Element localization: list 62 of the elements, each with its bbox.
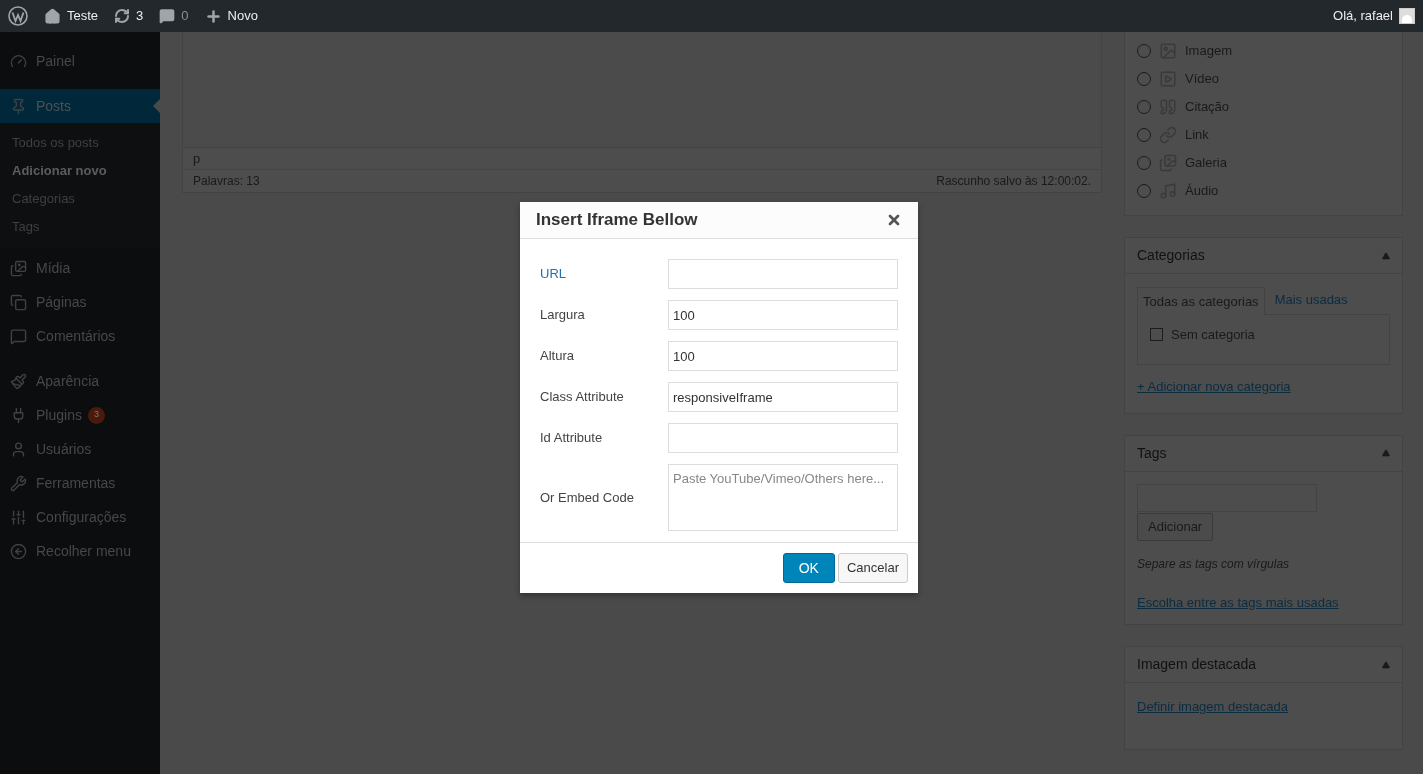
- sidebar-item[interactable]: Usuários: [0, 432, 160, 466]
- sidebar-item[interactable]: Plugins 3: [0, 398, 160, 432]
- paintbrush-icon: [10, 372, 27, 390]
- panel-title: Imagem destacada: [1137, 655, 1257, 674]
- current-arrow-icon: [153, 99, 160, 113]
- embed-code-field[interactable]: Paste YouTube/Vimeo/Others here...: [668, 464, 898, 531]
- input-field[interactable]: 100: [668, 300, 898, 330]
- sidebar-item[interactable]: Painel: [0, 44, 160, 78]
- field-label: Id Attribute: [540, 429, 604, 448]
- sidebar-item[interactable]: Configurações: [0, 500, 160, 534]
- speech-bubble-icon: [10, 327, 27, 345]
- updates-link[interactable]: 3: [114, 6, 144, 26]
- site-link[interactable]: Teste: [44, 6, 99, 26]
- new-link[interactable]: Novo: [204, 6, 258, 26]
- set-featured-image-link[interactable]: Definir imagem destacada: [1137, 695, 1390, 737]
- field-label: Or Embed Code: [540, 488, 635, 507]
- sidebar-item[interactable]: Páginas: [0, 285, 160, 319]
- pin-icon: [10, 97, 27, 115]
- collapse-arrow-icon[interactable]: [1382, 449, 1390, 457]
- plus-icon: [204, 7, 222, 25]
- wrench-icon: [10, 474, 27, 492]
- sidebar-item[interactable]: Mídia: [0, 251, 160, 285]
- speech-bubble-icon: [159, 8, 176, 24]
- close-icon[interactable]: [886, 212, 902, 228]
- sliders-icon: [10, 508, 27, 526]
- sidebar-item[interactable]: Posts: [0, 89, 160, 123]
- sidebar-item[interactable]: Comentários: [0, 319, 160, 353]
- wordpress-logo-icon[interactable]: [8, 6, 28, 26]
- add-category-link[interactable]: + Adicionar nova categoria: [1137, 377, 1390, 397]
- house-icon: [44, 7, 61, 25]
- checkbox[interactable]: [1150, 328, 1163, 342]
- dialog-title: Insert Iframe Bellow: [536, 209, 698, 232]
- collapse-arrow-icon[interactable]: [1382, 251, 1390, 260]
- sidebar-item[interactable]: Aparência: [0, 364, 160, 398]
- input-field[interactable]: [668, 259, 898, 289]
- ok-button[interactable]: OK: [782, 553, 835, 583]
- gauge-icon: [10, 52, 27, 70]
- sidebar-item[interactable]: Ferramentas: [0, 466, 160, 500]
- user-icon: [10, 440, 27, 458]
- field-label: URL: [540, 265, 567, 284]
- most-used-tags-link[interactable]: Escolha entre as tags mais usadas: [1137, 592, 1390, 612]
- cancel-button[interactable]: Cancelar: [837, 553, 908, 583]
- input-field[interactable]: responsiveIframe: [668, 382, 898, 412]
- collapse-arrow-icon[interactable]: [1382, 660, 1390, 669]
- category-tab[interactable]: Mais usadas: [1264, 286, 1358, 314]
- input-field[interactable]: 100: [668, 341, 898, 371]
- media-icon: [10, 259, 27, 277]
- account-link[interactable]: Olá, rafael: [1333, 6, 1415, 26]
- field-label: Altura: [540, 347, 575, 366]
- avatar-icon: [1399, 8, 1415, 24]
- refresh-icon: [114, 8, 131, 24]
- submenu-item[interactable]: Adicionar novo: [0, 157, 160, 185]
- comments-link[interactable]: 0: [159, 6, 189, 26]
- panel-title: Tags: [1137, 443, 1167, 463]
- count-badge: 3: [87, 406, 105, 424]
- pages-icon: [10, 293, 27, 311]
- panel-title: Categorias: [1137, 246, 1205, 265]
- arrow-left-circle-icon: [10, 542, 27, 560]
- field-label: Class Attribute: [540, 388, 625, 407]
- field-label: Largura: [540, 306, 586, 325]
- sidebar-item[interactable]: Recolher menu: [0, 534, 160, 568]
- input-field[interactable]: [668, 423, 898, 453]
